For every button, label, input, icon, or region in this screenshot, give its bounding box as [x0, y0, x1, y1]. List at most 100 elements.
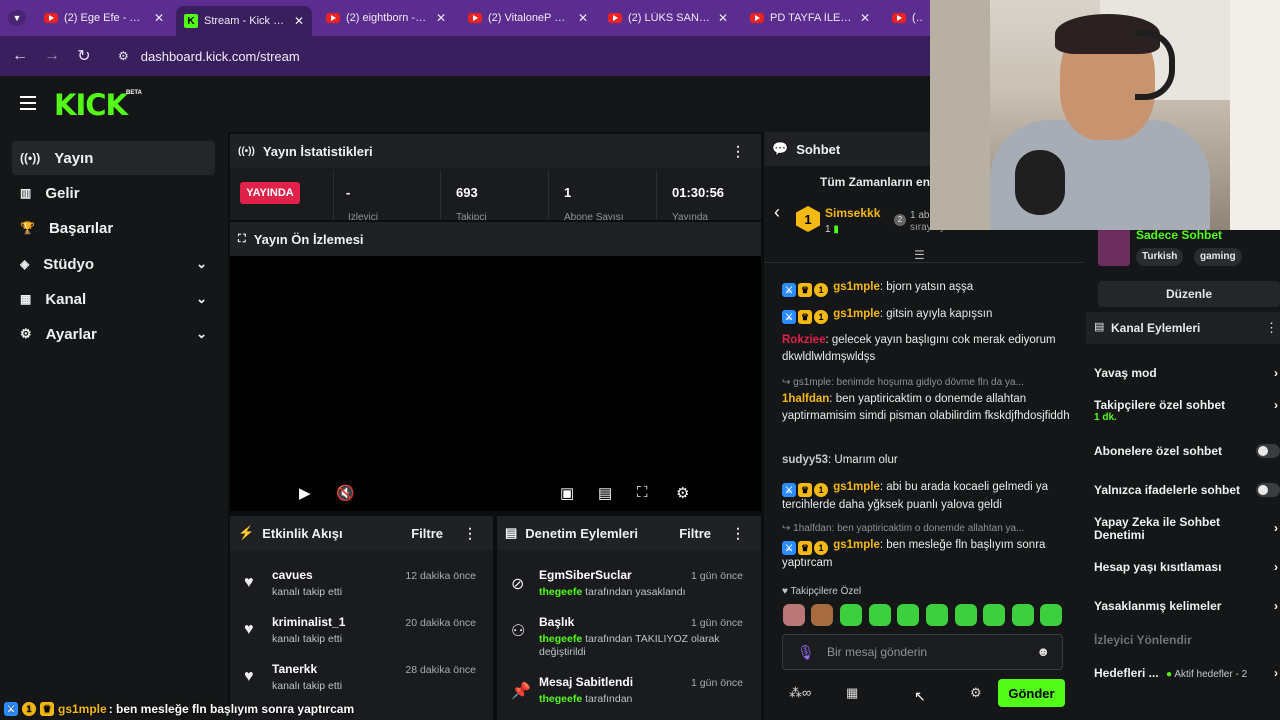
live-badge: YAYINDA: [240, 182, 300, 204]
menu-icon[interactable]: [20, 96, 36, 110]
stat-uptime: 01:30:56: [672, 185, 725, 200]
emote[interactable]: [1012, 604, 1034, 626]
action-slow-mode[interactable]: Yavaş mod ›: [1094, 366, 1280, 380]
fullscreen-icon[interactable]: ⛶: [637, 484, 648, 501]
close-icon[interactable]: ✕: [154, 11, 164, 25]
browser-tab[interactable]: (2) eightborn - Yo ✕: [318, 4, 454, 32]
edit-button[interactable]: Düzenle: [1098, 281, 1280, 307]
more-icon[interactable]: ⋮: [731, 143, 745, 160]
chevron-left-icon[interactable]: ‹: [774, 202, 780, 223]
activity-header: ⚡ Etkinlik Akışı Filtre ⋮: [230, 516, 493, 550]
store-icon[interactable]: ▦: [846, 685, 858, 701]
gifter-badge-icon: 1: [814, 483, 828, 497]
browser-tab[interactable]: (2) Ege Efe - You ✕: [36, 4, 172, 32]
site-settings-icon[interactable]: ⚙: [118, 49, 129, 63]
filter-button[interactable]: Filtre: [411, 526, 443, 541]
tag-badge[interactable]: Turkish: [1136, 248, 1184, 266]
emote[interactable]: [840, 604, 862, 626]
rank-badge: 1: [796, 206, 820, 232]
close-icon[interactable]: ✕: [578, 11, 588, 25]
tab-search-dropdown[interactable]: ▼: [8, 10, 26, 26]
channel-icon: ▦: [20, 292, 32, 306]
action-emotes-only[interactable]: Yalnızca ifadelerle sohbet: [1094, 483, 1240, 497]
heart-icon: ♥: [244, 621, 254, 638]
user-edit-icon: ⚇: [511, 623, 526, 640]
url-field[interactable]: ⚙ dashboard.kick.com/stream: [108, 42, 888, 70]
browser-tab[interactable]: (2) VitaloneP ov - ✕: [460, 4, 596, 32]
channel-actions-header: ▤ Kanal Eylemleri ⋮: [1086, 312, 1280, 344]
action-ai-moderation[interactable]: Yapay Zeka ile Sohbet Denetimi ›: [1094, 516, 1280, 542]
divider: [656, 170, 657, 220]
kick-logo[interactable]: KICK: [54, 88, 128, 122]
gear-icon: ⚙: [20, 326, 32, 341]
emote[interactable]: [1040, 604, 1062, 626]
emote[interactable]: [783, 604, 805, 626]
browser-tab[interactable]: (2) h: [884, 4, 930, 32]
more-icon[interactable]: ⋮: [463, 525, 477, 542]
action-subscribers-only[interactable]: Abonelere özel sohbet: [1094, 444, 1222, 458]
more-icon[interactable]: ⋮: [1265, 320, 1278, 336]
activity-item: ♥ kriminalist_1 kanalı takip etti 20 dak…: [244, 615, 476, 645]
browser-tab-active[interactable]: K Stream - Kick Da ✕: [176, 6, 312, 36]
close-icon[interactable]: ✕: [860, 11, 870, 25]
emote[interactable]: [955, 604, 977, 626]
reload-icon[interactable]: ↻: [68, 46, 100, 66]
pip-icon[interactable]: ▣: [560, 484, 574, 502]
top-user-name[interactable]: Simsekkk: [825, 206, 880, 220]
filter-button[interactable]: Filtre: [679, 526, 711, 541]
emote[interactable]: [983, 604, 1005, 626]
sidebar-item-gelir[interactable]: ▥ Gelir: [12, 176, 215, 210]
chat-message: 1halfdan: ben yaptiricaktim o donemde al…: [782, 393, 1070, 422]
youtube-icon: [44, 13, 58, 23]
browser-tab[interactable]: PD TAYFA İLE OF ✕: [742, 4, 878, 32]
sidebar-item-yayin[interactable]: ((•)) Yayın: [12, 141, 215, 175]
sidebar-item-ayarlar[interactable]: ⚙ Ayarlar ⌄: [12, 317, 215, 351]
stream-category[interactable]: Sadece Sohbet: [1136, 228, 1222, 242]
chevron-down-icon: ⌄: [196, 326, 207, 341]
send-button[interactable]: Gönder: [998, 679, 1065, 707]
chat-input[interactable]: 🎙 Bir mesaj gönderin ☻: [782, 634, 1063, 670]
subscribers-only-toggle[interactable]: [1256, 444, 1280, 458]
play-icon[interactable]: ▶: [299, 484, 311, 502]
youtube-icon: [892, 13, 906, 23]
microphone: [1015, 150, 1065, 215]
sidebar-item-studyo[interactable]: ◈ Stüdyo ⌄: [12, 247, 215, 281]
reply-preview[interactable]: ↪ 1halfdan: ben yaptiricaktim o donemde …: [782, 523, 1072, 534]
emote[interactable]: [811, 604, 833, 626]
chevron-down-icon: ⌄: [196, 291, 207, 306]
video-preview[interactable]: [230, 256, 761, 511]
points-icon[interactable]: ⁂∞: [789, 685, 811, 701]
mic-icon[interactable]: 🎙: [797, 644, 815, 661]
browser-tab[interactable]: (2) LÜKS SANTO ✕: [600, 4, 736, 32]
webcam-overlay: [930, 0, 1280, 230]
youtube-icon: [750, 13, 764, 23]
close-icon[interactable]: ✕: [436, 11, 446, 25]
mute-icon[interactable]: 🔇: [336, 484, 355, 502]
emotes-only-toggle[interactable]: [1256, 483, 1280, 497]
sidebar-item-kanal[interactable]: ▦ Kanal ⌄: [12, 282, 215, 316]
emoji-icon[interactable]: ☻: [1036, 644, 1050, 659]
emote[interactable]: [869, 604, 891, 626]
action-goals[interactable]: Hedefleri ... ● Aktif hedefler - 2 ›: [1094, 666, 1280, 680]
close-icon[interactable]: ✕: [718, 11, 728, 25]
action-followers-only[interactable]: Takipçilere özel sohbet › 1 dk.: [1094, 398, 1280, 423]
gifter-badge-icon: 1: [814, 283, 828, 297]
reply-preview[interactable]: ↪ gs1mple: benimde hoşuma gidiyo dövme f…: [782, 377, 1072, 388]
action-banned-words[interactable]: Yasaklanmış kelimeler ›: [1094, 599, 1280, 613]
preview-header: ⛶ Yayın Ön İzlemesi: [230, 222, 761, 256]
close-icon[interactable]: ✕: [294, 14, 304, 28]
theater-icon[interactable]: ▤: [598, 484, 612, 502]
emote[interactable]: [926, 604, 948, 626]
sidebar-item-basarilar[interactable]: 🏆 Başarılar: [12, 211, 215, 245]
collapse-icon[interactable]: ☰: [914, 248, 925, 262]
tag-badge[interactable]: gaming: [1194, 248, 1242, 266]
back-icon[interactable]: ←: [4, 47, 36, 65]
gifter-badge-icon: 1: [814, 310, 828, 324]
more-icon[interactable]: ⋮: [731, 525, 745, 542]
action-account-age[interactable]: Hesap yaşı kısıtlaması ›: [1094, 560, 1280, 574]
forward-icon[interactable]: →: [36, 47, 68, 65]
chat-ticker-overlay: ⚔ 1 ♛ gs1mple: ben mesleğe fln başlıyım so…: [0, 699, 520, 719]
emote[interactable]: [897, 604, 919, 626]
settings-icon[interactable]: ⚙: [676, 484, 689, 502]
chat-settings-icon[interactable]: ⚙: [970, 685, 982, 701]
